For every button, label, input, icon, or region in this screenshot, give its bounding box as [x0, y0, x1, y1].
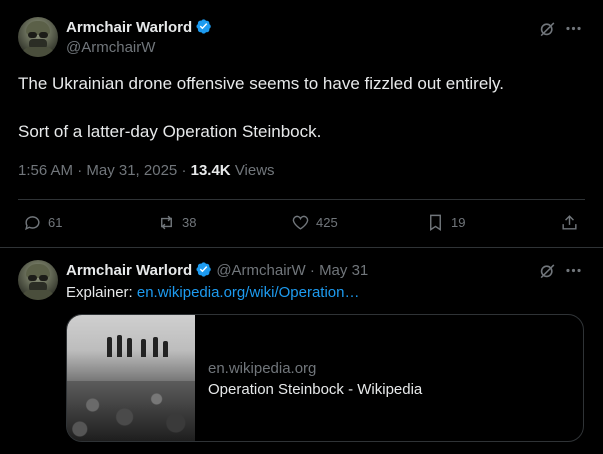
author-handle[interactable]: @ArmchairW	[66, 39, 155, 56]
tweet-text-line-1: The Ukrainian drone offensive seems to h…	[18, 74, 505, 93]
tweet-meta: 1:56 AM · May 31, 2025 · 13.4K Views	[18, 162, 275, 179]
more-icon[interactable]	[564, 19, 583, 38]
avatar[interactable]	[18, 260, 58, 300]
reply-tweet[interactable]: Armchair Warlord @ArmchairW · May 31 Exp…	[0, 248, 603, 454]
reply-header: Armchair Warlord @ArmchairW · May 31	[66, 261, 368, 279]
explainer-label: Explainer:	[66, 284, 133, 301]
repost-button[interactable]: 38	[157, 213, 196, 232]
author-name[interactable]: Armchair Warlord	[66, 18, 212, 36]
card-title: Operation Steinbock - Wikipedia	[208, 381, 423, 398]
divider	[18, 199, 585, 200]
verified-badge-icon	[196, 262, 211, 277]
like-button[interactable]: 425	[291, 213, 338, 232]
verified-badge-icon	[196, 19, 211, 34]
bookmark-button[interactable]: 19	[426, 213, 465, 232]
reply-date[interactable]: May 31	[319, 262, 368, 279]
link-preview-card[interactable]: en.wikipedia.org Operation Steinbock - W…	[66, 314, 584, 442]
repost-count: 38	[182, 215, 197, 230]
card-domain: en.wikipedia.org	[208, 360, 317, 377]
dot-separator: ·	[309, 262, 315, 279]
wikipedia-link[interactable]: en.wikipedia.org/wiki/Operation…	[137, 284, 360, 301]
share-button[interactable]	[560, 213, 579, 232]
reply-button[interactable]: 61	[23, 213, 62, 232]
more-icon[interactable]	[564, 261, 583, 280]
repost-icon	[161, 215, 172, 230]
tweet-text-line-2: Sort of a latter-day Operation Steinbock…	[18, 122, 322, 141]
card-thumbnail	[67, 315, 195, 441]
bookmark-icon	[430, 214, 441, 231]
grok-icon[interactable]	[538, 19, 557, 38]
views-count: 13.4K	[190, 162, 231, 179]
author-name-text[interactable]: Armchair Warlord	[66, 19, 192, 36]
reply-count: 61	[48, 215, 63, 230]
author-name[interactable]: Armchair Warlord	[66, 262, 192, 279]
reply-text: Explainer: en.wikipedia.org/wiki/Operati…	[66, 284, 359, 301]
share-icon	[562, 215, 577, 230]
main-tweet: Armchair Warlord @ArmchairW The Ukrainia…	[0, 0, 603, 248]
reply-icon	[25, 216, 40, 231]
author-handle[interactable]: @ArmchairW	[216, 262, 305, 279]
grok-icon[interactable]	[538, 261, 557, 280]
meta-separator: ·	[181, 162, 187, 179]
avatar[interactable]	[18, 17, 58, 57]
bookmark-count: 19	[451, 215, 466, 230]
views-label: Views	[234, 162, 275, 179]
like-count: 425	[316, 215, 338, 230]
timestamp[interactable]: 1:56 AM · May 31, 2025	[18, 162, 177, 179]
like-icon	[292, 215, 309, 230]
